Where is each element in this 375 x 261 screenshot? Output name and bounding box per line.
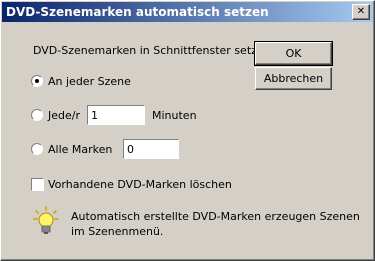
delete-marks-checkbox[interactable] — [31, 178, 44, 191]
close-button[interactable]: ✕ — [352, 4, 370, 20]
radio-all-marks[interactable] — [31, 143, 43, 155]
radio-every-scene-label[interactable]: An jeder Szene — [48, 75, 131, 88]
title-bar[interactable]: DVD-Szenemarken automatisch setzen ✕ — [2, 2, 373, 22]
delete-marks-label[interactable]: Vorhandene DVD-Marken löschen — [48, 178, 232, 191]
ok-button[interactable]: OK — [254, 41, 333, 66]
section-label: DVD-Szenemarken in Schnittfenster setzen… — [33, 44, 275, 57]
hint-text: Automatisch erstellte DVD-Marken erzeuge… — [71, 210, 360, 238]
dialog-title: DVD-Szenemarken automatisch setzen — [6, 5, 269, 19]
radio-every-minutes[interactable] — [31, 109, 43, 121]
radio-every-minutes-label[interactable]: Jede/r — [48, 109, 80, 122]
all-marks-input[interactable] — [123, 139, 179, 159]
close-icon: ✕ — [356, 6, 366, 17]
radio-every-scene[interactable] — [31, 75, 43, 87]
radio-all-marks-label[interactable]: Alle Marken — [48, 143, 112, 156]
lightbulb-icon — [33, 206, 59, 234]
minutes-unit-label: Minuten — [152, 109, 197, 122]
cancel-button[interactable]: Abbrechen — [255, 67, 332, 90]
minutes-input[interactable] — [87, 105, 145, 125]
